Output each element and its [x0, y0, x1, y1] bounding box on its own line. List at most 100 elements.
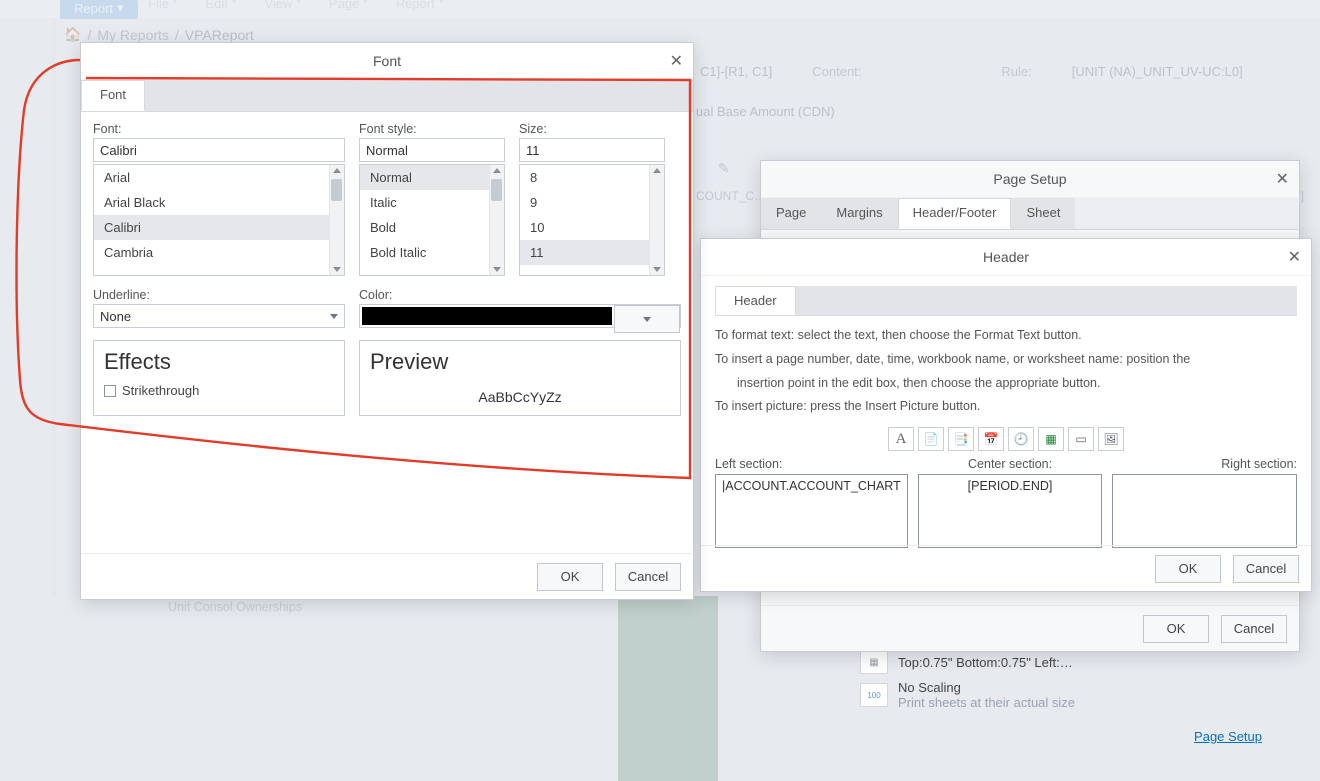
font-ok-button[interactable]: OK — [537, 563, 603, 591]
page-setup-cancel-button[interactable]: Cancel — [1221, 615, 1287, 643]
strikethrough-checkbox[interactable]: Strikethrough — [104, 383, 334, 398]
page-setup-ok-button[interactable]: OK — [1143, 615, 1209, 643]
chevron-down-icon: ▾ — [232, 0, 237, 7]
scaling-icon[interactable]: 100 — [860, 683, 888, 707]
color-swatch — [362, 307, 612, 325]
tab-page[interactable]: Page — [761, 198, 821, 229]
size-option[interactable]: 10 — [520, 215, 664, 240]
style-option[interactable]: Normal — [360, 165, 504, 190]
menu-report-label: Report — [74, 1, 113, 16]
header-cancel-button[interactable]: Cancel — [1233, 555, 1299, 583]
chevron-down-icon: ▾ — [439, 0, 444, 7]
close-icon[interactable]: ✕ — [1276, 169, 1289, 189]
chevron-down-icon — [330, 314, 338, 319]
menu-report-chip[interactable]: Report ▾ — [60, 0, 138, 19]
font-option[interactable]: Calibri — [94, 215, 344, 240]
chevron-down-icon: ▾ — [296, 0, 301, 7]
worksheet-icon[interactable]: ▭ — [1068, 427, 1094, 451]
menu-report2[interactable]: Report▾ — [396, 0, 444, 11]
font-input[interactable] — [93, 138, 345, 162]
chevron-down-icon: ▾ — [173, 0, 178, 7]
menu-file[interactable]: File ▾ — [148, 0, 177, 11]
margins-summary: Top:0.75" Bottom:0.75" Left:… — [898, 655, 1073, 670]
breadcrumb: 🏠 / My Reports / VPAReport — [64, 26, 254, 43]
scrollbar[interactable] — [649, 165, 664, 275]
font-cancel-button[interactable]: Cancel — [615, 563, 681, 591]
hint-line: insertion point in the edit box, then ch… — [715, 372, 1297, 396]
size-option[interactable]: 11 — [520, 240, 664, 265]
size-option[interactable]: 8 — [520, 165, 664, 190]
font-style-listbox[interactable]: Normal Italic Bold Bold Italic — [359, 164, 505, 276]
underline-select[interactable]: None — [93, 304, 345, 328]
style-option[interactable]: Bold Italic — [360, 240, 504, 265]
font-label: Font: — [93, 122, 345, 136]
checkbox-box — [104, 385, 116, 397]
close-icon[interactable]: ✕ — [670, 51, 683, 71]
hint-line: To format text: select the text, then ch… — [715, 324, 1297, 348]
font-option[interactable]: Cambria — [94, 240, 344, 265]
rule-label: Rule: — [1001, 64, 1031, 79]
menu-file-label: File — [148, 0, 169, 11]
scaling-title: No Scaling — [898, 680, 1075, 695]
preview-title: Preview — [370, 349, 670, 375]
font-style-input[interactable] — [359, 138, 505, 162]
font-dialog: Font ✕ Font Font: Arial Arial Black Cali… — [80, 42, 694, 600]
right-section-input[interactable] — [1112, 474, 1297, 548]
column-heading: ual Base Amount (CDN) — [696, 104, 835, 119]
font-size-listbox[interactable]: 8 9 10 11 — [519, 164, 665, 276]
header-dialog: Header ✕ Header To format text: select t… — [700, 238, 1312, 592]
scaling-sub: Print sheets at their actual size — [898, 695, 1075, 710]
style-option[interactable]: Bold — [360, 215, 504, 240]
scrollbar[interactable] — [489, 165, 504, 275]
tab-margins[interactable]: Margins — [821, 198, 897, 229]
left-section-input[interactable]: |ACCOUNT.ACCOUNT_CHART — [715, 474, 908, 548]
menu-view[interactable]: View▾ — [264, 0, 300, 11]
page-number-icon[interactable]: 📄 — [918, 427, 944, 451]
menu-edit[interactable]: Edit▾ — [205, 0, 236, 11]
breadcrumb-sep: / — [87, 27, 91, 43]
center-section-input[interactable]: [PERIOD.END] — [918, 474, 1103, 548]
scrollbar[interactable] — [329, 165, 344, 275]
margins-icon[interactable]: ▦ — [860, 650, 888, 674]
date-icon[interactable]: 📅 — [978, 427, 1004, 451]
header-toolbar: A 📄 📑 📅 🕘 ▦ ▭ 🖼 — [715, 427, 1297, 451]
preview-panel: Preview AaBbCcYyZz — [359, 340, 681, 416]
time-icon[interactable]: 🕘 — [1008, 427, 1034, 451]
rule-value: [UNIT (NA)_UNIT_UV-UC:L0] — [1072, 64, 1243, 79]
effects-panel: Effects Strikethrough — [93, 340, 345, 416]
font-option[interactable]: Arial Black — [94, 190, 344, 215]
tab-font[interactable]: Font — [81, 80, 145, 111]
chevron-down-icon[interactable] — [614, 305, 680, 333]
menu-page[interactable]: Page▾ — [329, 0, 368, 11]
format-text-icon[interactable]: A — [888, 427, 914, 451]
insert-picture-icon[interactable]: 🖼 — [1098, 427, 1124, 451]
breadcrumb-my-reports[interactable]: My Reports — [97, 27, 169, 43]
home-icon[interactable]: 🏠 — [64, 26, 81, 43]
hint-line: To insert a page number, date, time, wor… — [715, 348, 1297, 372]
total-pages-icon[interactable]: 📑 — [948, 427, 974, 451]
workbook-icon[interactable]: ▦ — [1038, 427, 1064, 451]
dim-row-text: Unit Consol Ownerships — [168, 600, 588, 618]
canvas-region — [618, 596, 718, 781]
left-section-label: Left section: — [715, 457, 908, 471]
font-listbox[interactable]: Arial Arial Black Calibri Cambria — [93, 164, 345, 276]
tab-header[interactable]: Header — [715, 286, 796, 315]
tab-header-footer[interactable]: Header/Footer — [898, 198, 1012, 229]
font-option[interactable]: Arial — [94, 165, 344, 190]
font-style-label: Font style: — [359, 122, 505, 136]
header-hints: To format text: select the text, then ch… — [715, 324, 1297, 419]
style-option[interactable]: Italic — [360, 190, 504, 215]
right-section-label: Right section: — [1112, 457, 1297, 471]
bg-print-panel: ▦ Top:0.75" Bottom:0.75" Left:… 100 No S… — [860, 650, 1300, 716]
size-option[interactable]: 9 — [520, 190, 664, 215]
page-setup-link[interactable]: Page Setup — [1194, 729, 1262, 744]
header-ok-button[interactable]: OK — [1155, 555, 1221, 583]
color-select[interactable] — [359, 304, 681, 328]
close-icon[interactable]: ✕ — [1288, 247, 1301, 267]
breadcrumb-sep: / — [175, 27, 179, 43]
tab-sheet[interactable]: Sheet — [1011, 198, 1075, 229]
range-value: C1]-[R1, C1] — [700, 64, 772, 79]
font-dialog-title: Font ✕ — [81, 43, 693, 80]
edit-pencil-icon[interactable]: ✎ — [718, 160, 730, 177]
font-size-input[interactable] — [519, 138, 665, 162]
